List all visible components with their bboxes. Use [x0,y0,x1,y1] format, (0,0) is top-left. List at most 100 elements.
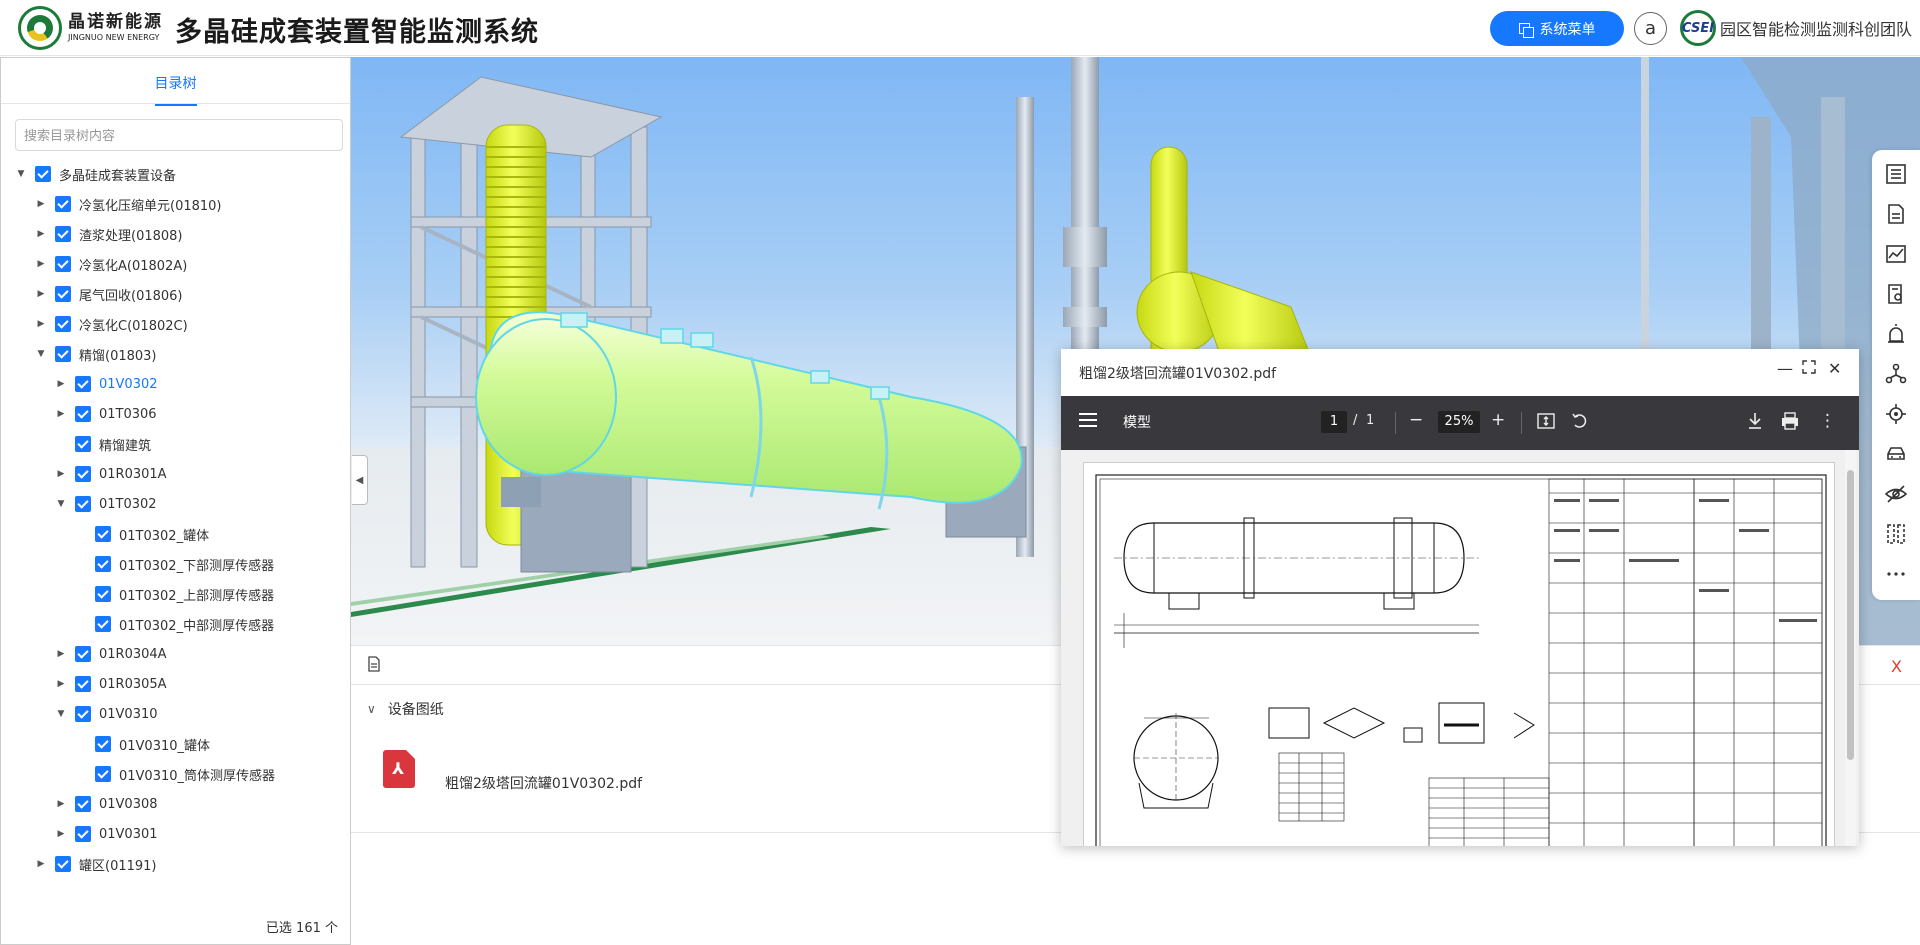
user-avatar[interactable]: a [1634,12,1667,45]
tree-node[interactable]: ▶ 冷氢化C(01802C) [33,309,188,339]
more-options-icon[interactable]: ⋮ [1819,411,1836,431]
tree-node-checkbox[interactable] [55,226,71,242]
tree-node-checkbox[interactable] [95,526,111,542]
tree-node-label[interactable]: 精馏(01803) [79,345,157,364]
file-tab-icon[interactable] [367,656,381,676]
tree-node-label[interactable]: 01V0302 [99,377,158,392]
tree-node-checkbox[interactable] [75,376,91,392]
caret-down-icon[interactable]: ▼ [53,496,69,512]
tree-node-label[interactable]: 01V0301 [99,827,158,842]
tree-node-checkbox[interactable] [75,826,91,842]
tree-node-label[interactable]: 冷氢化压缩单元(01810) [79,195,222,214]
tree-node[interactable]: ▶ 01V0302 [53,369,158,399]
caret-right-icon[interactable]: ▶ [33,856,49,872]
more-icon[interactable] [1884,562,1908,586]
tree-node[interactable]: ▼ 精馏(01803) [33,339,157,369]
caret-right-icon[interactable]: ▶ [33,286,49,302]
caret-right-icon[interactable]: ▶ [53,796,69,812]
page-number-input[interactable]: 1 [1321,411,1347,433]
tree-search-input[interactable] [15,119,343,151]
close-icon[interactable]: ✕ [1828,359,1841,378]
caret-right-icon[interactable]: ▶ [53,646,69,662]
tree-node-checkbox[interactable] [75,436,91,452]
minimize-icon[interactable]: — [1777,359,1793,378]
caret-right-icon[interactable]: ▶ [33,316,49,332]
tree-node-label[interactable]: 01T0302_下部测厚传感器 [119,555,274,574]
alarm-icon[interactable] [1884,322,1908,346]
document-icon[interactable] [1884,202,1908,226]
zoom-level-input[interactable]: 25% [1438,411,1480,433]
tree-node[interactable]: ▶ 渣浆处理(01808) [33,219,183,249]
tree-node-label[interactable]: 01V0310_罐体 [119,735,210,754]
tree-node-checkbox[interactable] [95,556,111,572]
zoom-out-icon[interactable]: − [1409,410,1423,430]
tree-node[interactable]: ▶ 罐区(01191) [33,849,157,879]
list-icon[interactable] [1884,162,1908,186]
tree-node-label[interactable]: 01T0302_中部测厚传感器 [119,615,274,634]
caret-right-icon[interactable]: ▶ [33,226,49,242]
tree-node-label[interactable]: 罐区(01191) [79,855,157,874]
tree-node[interactable]: ▶ 尾气回收(01806) [33,279,183,309]
tree-node-checkbox[interactable] [55,256,71,272]
tree-node-label[interactable]: 01T0302_上部测厚传感器 [119,585,274,604]
pdf-scrollbar[interactable] [1845,450,1856,846]
tree-node[interactable]: ▼ 多晶硅成套装置设备 [13,159,176,189]
tree-node-label[interactable]: 多晶硅成套装置设备 [59,165,176,184]
caret-down-icon[interactable]: ▼ [53,706,69,722]
tree-node-checkbox[interactable] [55,286,71,302]
rotate-icon[interactable] [1571,412,1589,435]
tree-node-label[interactable]: 01V0310_筒体测厚传感器 [119,765,275,784]
tab-directory-tree[interactable]: 目录树 [1,58,350,106]
tree-node-label[interactable]: 01R0304A [99,647,167,662]
line-chart-icon[interactable] [1884,242,1908,266]
caret-right-icon[interactable]: ▶ [53,826,69,842]
tree-node-checkbox[interactable] [95,616,111,632]
report-icon[interactable] [1884,282,1908,306]
tree-node[interactable]: ▶01V0310_筒体测厚传感器 [73,759,275,789]
tree-node-label[interactable]: 01R0305A [99,677,167,692]
tree-node-label[interactable]: 01T0302_罐体 [119,525,209,544]
system-menu-button[interactable]: 系统菜单 [1490,11,1624,46]
tree-node-label[interactable]: 01T0306 [99,407,157,422]
tree-node-checkbox[interactable] [75,406,91,422]
tree-node-label[interactable]: 01T0302 [99,497,157,512]
tree-node-checkbox[interactable] [95,586,111,602]
ruler-icon[interactable] [1884,522,1908,546]
tree-node[interactable]: ▶01V0310_罐体 [73,729,210,759]
tree-node[interactable]: ▶ 01V0308 [53,789,158,819]
tree-node-label[interactable]: 冷氢化A(01802A) [79,255,187,274]
locate-icon[interactable] [1884,402,1908,426]
tree-node[interactable]: ▶精馏建筑 [53,429,151,459]
caret-right-icon[interactable]: ▶ [33,256,49,272]
tree-node[interactable]: ▶01T0302_中部测厚传感器 [73,609,274,639]
tree-node-checkbox[interactable] [35,166,51,182]
tree-node-checkbox[interactable] [75,676,91,692]
download-icon[interactable] [1747,412,1763,435]
tree-node[interactable]: ▶ 01R0304A [53,639,167,669]
zoom-in-icon[interactable]: + [1491,410,1505,430]
tree-node-checkbox[interactable] [95,766,111,782]
pdf-page-view[interactable] [1061,450,1859,846]
print-icon[interactable] [1781,412,1799,435]
caret-right-icon[interactable]: ▶ [33,196,49,212]
caret-right-icon[interactable]: ▶ [53,406,69,422]
collapse-sidebar-toggle[interactable]: ◀ [352,455,368,505]
network-icon[interactable] [1884,362,1908,386]
device-drawings-section-header[interactable]: ∨ 设备图纸 [367,699,444,719]
tree-node-checkbox[interactable] [55,196,71,212]
tree-node-checkbox[interactable] [75,496,91,512]
tree-node-checkbox[interactable] [75,706,91,722]
tree-node[interactable]: ▶01T0302_下部测厚传感器 [73,549,274,579]
drawing-file-name[interactable]: 粗馏2级塔回流罐01V0302.pdf [445,773,642,793]
tree-node-label[interactable]: 冷氢化C(01802C) [79,315,188,334]
tree-node-checkbox[interactable] [95,736,111,752]
menu-icon[interactable] [1079,413,1097,427]
caret-right-icon[interactable]: ▶ [53,676,69,692]
tree-node-label[interactable]: 01V0310 [99,707,158,722]
tree-node[interactable]: ▶ 01T0306 [53,399,157,429]
tree-node-label[interactable]: 渣浆处理(01808) [79,225,183,244]
tree-node[interactable]: ▶ 01V0301 [53,819,158,849]
tree-node-label[interactable]: 01R0301A [99,467,167,482]
tree-node[interactable]: ▶01T0302_上部测厚传感器 [73,579,274,609]
tree-node-label[interactable]: 尾气回收(01806) [79,285,183,304]
